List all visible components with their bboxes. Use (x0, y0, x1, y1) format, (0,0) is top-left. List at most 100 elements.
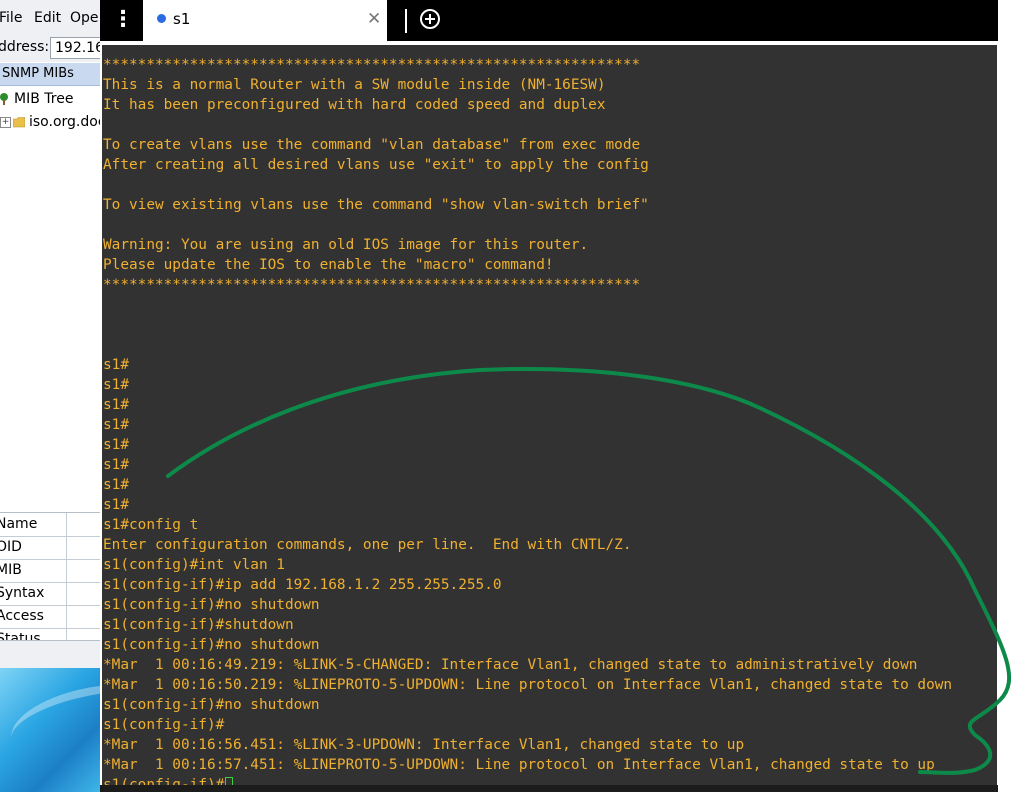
tab-separator (405, 9, 407, 33)
terminal-line-text: s1(config-if)#shutdown (103, 617, 294, 633)
terminal-line-text: s1# (103, 477, 129, 493)
terminal-line-text: s1# (103, 497, 129, 513)
terminal-line-text: s1#config t (103, 517, 199, 533)
background-strip (998, 0, 1020, 792)
snmp-mibs-tab[interactable]: SNMP MIBs (0, 63, 100, 86)
terminal-line-text: s1# (103, 437, 129, 453)
property-name: Syntax (0, 585, 45, 601)
terminal-line-text: ****************************************… (103, 277, 641, 293)
terminal-line: s1# (103, 495, 952, 515)
terminal-line: s1(config-if)#shutdown (103, 615, 952, 635)
terminal-line-text: ****************************************… (103, 57, 641, 73)
table-row: Name (0, 513, 100, 537)
terminal-line: Warning: You are using an old IOS image … (103, 235, 952, 255)
terminal-line-text: *Mar 1 00:16:49.219: %LINK-5-CHANGED: In… (103, 657, 918, 673)
tree-icon (0, 93, 8, 105)
terminal-line: This is a normal Router with a SW module… (103, 75, 952, 95)
terminal-line: *Mar 1 00:16:49.219: %LINK-5-CHANGED: In… (103, 655, 952, 675)
terminal-line-text: s1# (103, 397, 129, 413)
terminal-line-text: Warning: You are using an old IOS image … (103, 237, 589, 253)
mib-statusbar (0, 640, 100, 669)
tab-title: s1 (173, 10, 191, 28)
terminal-lines: ****************************************… (103, 55, 952, 785)
terminal-output[interactable]: ****************************************… (102, 45, 997, 785)
terminal-line-text: To create vlans use the command "vlan da… (103, 137, 641, 153)
address-label: ddress: (0, 39, 50, 55)
terminal-line-text: It has been preconfigured with hard code… (103, 97, 606, 113)
table-row: OID (0, 536, 100, 560)
mib-browser-window: File Edit Ope ddress: 192.16 SNMP MIBs M… (0, 0, 100, 792)
menu-file[interactable]: File (0, 10, 22, 26)
tree-item-mib-tree[interactable]: MIB Tree (0, 91, 73, 107)
tree-item-iso[interactable]: + iso.org.doc (0, 114, 100, 130)
close-icon[interactable]: ✕ (367, 9, 381, 29)
terminal-line-text: Enter configuration commands, one per li… (103, 537, 632, 553)
terminal-line: s1# (103, 375, 952, 395)
terminal-line: s1(config-if)#no shutdown (103, 595, 952, 615)
menu-open[interactable]: Ope (70, 10, 99, 26)
terminal-line-text: *Mar 1 00:16:57.451: %LINEPROTO-5-UPDOWN… (103, 757, 935, 773)
terminal-line: To view existing vlans use the command "… (103, 195, 952, 215)
terminal-line-text: s1(config-if)#no shutdown (103, 637, 320, 653)
folder-icon (13, 117, 25, 128)
property-name: Name (0, 516, 38, 532)
expand-icon[interactable]: + (0, 116, 11, 128)
terminal-line-text: s1# (103, 417, 129, 433)
terminal-line-text: To view existing vlans use the command "… (103, 197, 649, 213)
terminal-line-text: s1(config-if)# (103, 777, 225, 785)
terminal-line-text: s1(config)#int vlan 1 (103, 557, 285, 573)
terminal-line: *Mar 1 00:16:56.451: %LINK-3-UPDOWN: Int… (103, 735, 952, 755)
terminal-window: ⋮ s1 ✕ *********************************… (100, 0, 998, 792)
table-row: Access (0, 605, 100, 629)
terminal-line: s1(config-if)# (103, 775, 952, 785)
desktop-wallpaper (0, 668, 100, 792)
terminal-line: s1# (103, 415, 952, 435)
terminal-line-text: s1# (103, 357, 129, 373)
address-input[interactable]: 192.16 (50, 37, 100, 59)
property-name: MIB (0, 562, 22, 578)
terminal-line-text: s1(config-if)# (103, 717, 225, 733)
terminal-line: s1# (103, 455, 952, 475)
connection-status-icon (157, 14, 166, 23)
mib-menubar: File Edit Ope (0, 0, 100, 37)
terminal-line: To create vlans use the command "vlan da… (103, 135, 952, 155)
terminal-line: s1#config t (103, 515, 952, 535)
terminal-line-text: s1# (103, 377, 129, 393)
property-name: Access (0, 608, 44, 624)
terminal-line: Please update the IOS to enable the "mac… (103, 255, 952, 275)
terminal-bottom-edge (100, 785, 998, 792)
plus-circle-icon[interactable] (420, 9, 440, 29)
tab-bar: ⋮ s1 ✕ (100, 0, 998, 41)
terminal-line-text: s1(config-if)#no shutdown (103, 697, 320, 713)
terminal-line: s1(config-if)# (103, 715, 952, 735)
terminal-line-text: Please update the IOS to enable the "mac… (103, 257, 554, 273)
property-name: OID (0, 539, 22, 555)
terminal-line-text: *Mar 1 00:16:50.219: %LINEPROTO-5-UPDOWN… (103, 677, 953, 693)
table-row: MIB (0, 559, 100, 583)
address-bar: ddress: 192.16 (0, 36, 100, 62)
terminal-line-text: *Mar 1 00:16:56.451: %LINK-3-UPDOWN: Int… (103, 737, 745, 753)
terminal-line: s1# (103, 475, 952, 495)
terminal-line: Enter configuration commands, one per li… (103, 535, 952, 555)
terminal-line: s1# (103, 395, 952, 415)
terminal-line-text: s1(config-if)#no shutdown (103, 597, 320, 613)
terminal-line: s1(config-if)#ip add 192.168.1.2 255.255… (103, 575, 952, 595)
terminal-line: *Mar 1 00:16:50.219: %LINEPROTO-5-UPDOWN… (103, 675, 952, 695)
tab-s1[interactable]: s1 ✕ (143, 0, 387, 41)
terminal-line: *Mar 1 00:16:57.451: %LINEPROTO-5-UPDOWN… (103, 755, 952, 775)
more-vert-icon[interactable]: ⋮ (112, 9, 134, 31)
terminal-line: It has been preconfigured with hard code… (103, 95, 952, 115)
tree-item-label: iso.org.doc (29, 114, 100, 130)
menu-edit[interactable]: Edit (34, 10, 61, 26)
terminal-line-text: s1(config-if)#ip add 192.168.1.2 255.255… (103, 577, 502, 593)
terminal-line-text: This is a normal Router with a SW module… (103, 77, 606, 93)
table-row: Syntax (0, 582, 100, 606)
terminal-line: ****************************************… (103, 275, 952, 295)
terminal-line: s1# (103, 435, 952, 455)
